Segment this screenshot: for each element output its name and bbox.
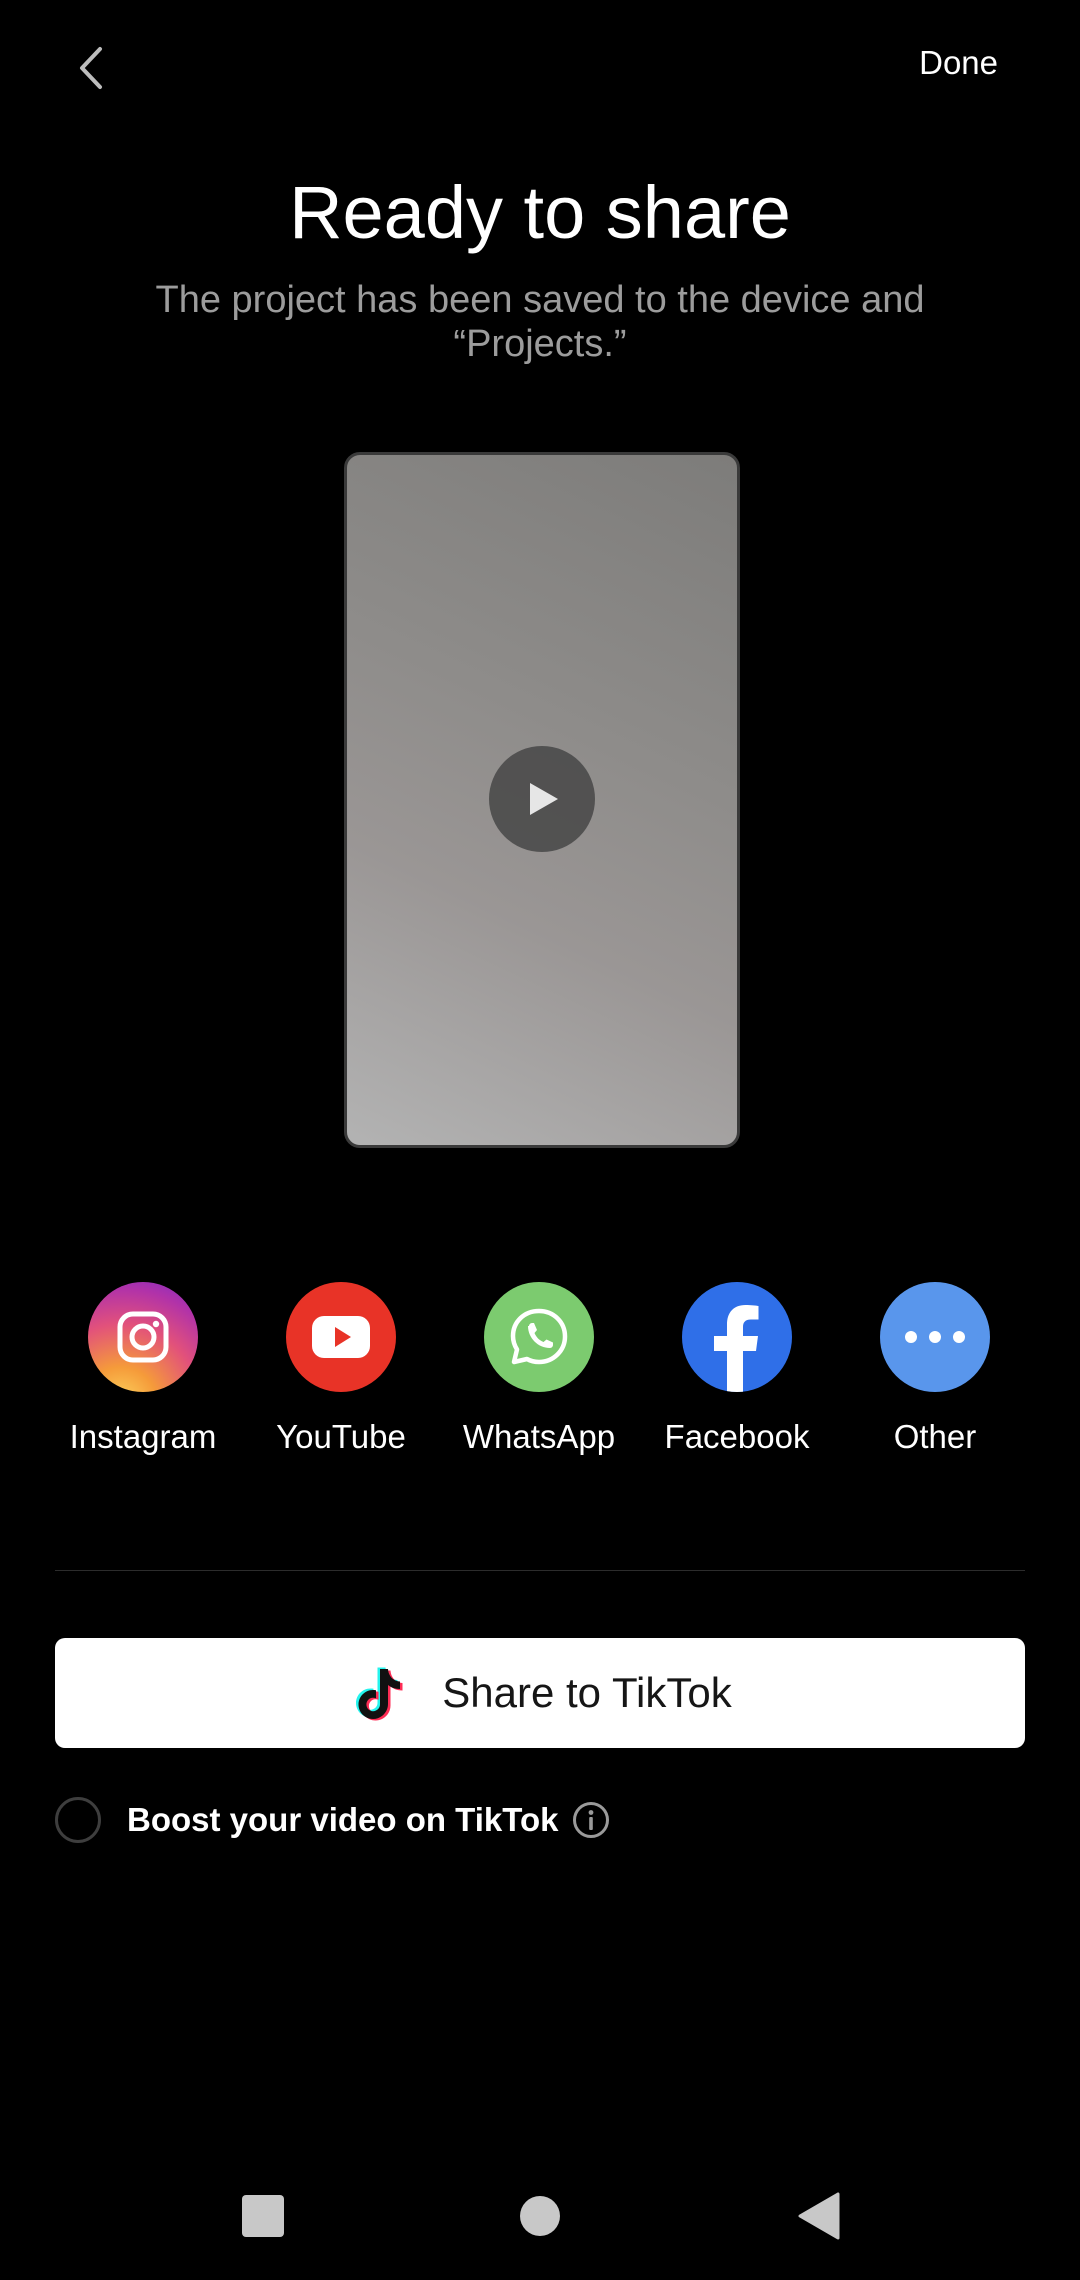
recents-button[interactable] <box>233 2186 293 2246</box>
saved-message: The project has been saved to the device… <box>155 279 925 365</box>
boost-label: Boost your video on TikTok <box>127 1801 559 1838</box>
divider <box>55 1570 1025 1571</box>
share-to-tiktok-button[interactable]: Share to TikTok <box>55 1638 1025 1748</box>
home-button[interactable] <box>510 2186 570 2246</box>
chevron-left-icon <box>80 47 102 89</box>
facebook-icon <box>682 1282 792 1392</box>
done-button[interactable]: Done <box>919 44 998 82</box>
share-youtube[interactable]: YouTube <box>241 1282 441 1456</box>
share-instagram[interactable]: Instagram <box>43 1282 243 1456</box>
instagram-icon <box>88 1282 198 1392</box>
whatsapp-icon <box>484 1282 594 1392</box>
video-preview[interactable] <box>344 452 740 1148</box>
system-nav-bar <box>0 2160 1080 2270</box>
share-label: Other <box>893 1418 977 1455</box>
triangle-back-icon <box>798 2192 840 2240</box>
play-button[interactable] <box>489 746 595 852</box>
play-icon <box>530 783 558 815</box>
share-other[interactable]: Other <box>835 1282 1035 1456</box>
share-facebook[interactable]: Facebook <box>637 1282 837 1456</box>
share-label: YouTube <box>276 1418 406 1455</box>
boost-radio[interactable] <box>55 1797 101 1843</box>
boost-option: Boost your video on TikTok <box>55 1794 610 1846</box>
share-to-tiktok-label: Share to TikTok <box>442 1669 732 1716</box>
circle-icon <box>520 2196 560 2236</box>
tiktok-icon <box>356 1667 403 1721</box>
share-label: WhatsApp <box>462 1418 616 1455</box>
back-button[interactable] <box>60 38 120 98</box>
share-whatsapp[interactable]: WhatsApp <box>439 1282 639 1456</box>
nav-back-button[interactable] <box>788 2186 848 2246</box>
youtube-icon <box>286 1282 396 1392</box>
page-title: Ready to share <box>289 171 791 254</box>
share-label: Facebook <box>664 1418 810 1455</box>
share-targets: Instagram YouTube WhatsApp Facebook Othe… <box>0 1282 1080 1472</box>
share-label: Instagram <box>69 1418 217 1455</box>
square-icon <box>242 2195 284 2237</box>
more-icon <box>880 1282 990 1392</box>
info-icon[interactable] <box>572 1801 610 1839</box>
